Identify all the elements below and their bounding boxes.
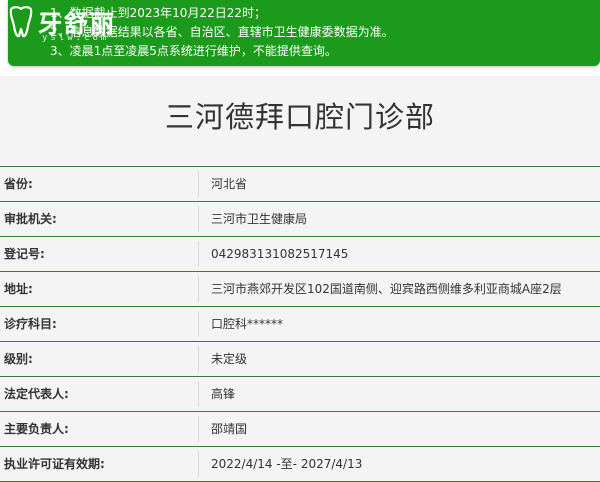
column-divider [198, 171, 199, 197]
row-value: 三河市燕郊开发区102国道南侧、迎宾路西侧维多利亚商城A座2层 [211, 282, 562, 296]
row-value: 三河市卫生健康局 [211, 212, 308, 226]
row-value: 高锋 [211, 387, 236, 401]
column-divider [198, 311, 199, 337]
notice-line-1: 1、数据截止到2023年10月22日22时； [50, 6, 266, 20]
table-row-license-validity: 执业许可证有效期: 2022/4/14 -至- 2027/4/13 [0, 447, 600, 482]
row-value: 邵靖国 [211, 422, 248, 436]
row-value: 口腔科****** [211, 317, 284, 331]
table-row-legal-representative: 法定代表人: 高锋 [0, 377, 600, 412]
column-divider [198, 241, 199, 267]
info-table: 省份: 河北省 审批机关: 三河市卫生健康局 登记号: 042983131082… [0, 166, 600, 482]
column-divider [198, 416, 199, 442]
table-row-departments: 诊疗科目: 口腔科****** [0, 307, 600, 342]
notice-line-3: 3、凌晨1点至凌晨5点系统进行维护，不能提供查询。 [50, 44, 337, 58]
row-value: 042983131082517145 [211, 247, 349, 261]
table-row-address: 地址: 三河市燕郊开发区102国道南侧、迎宾路西侧维多利亚商城A座2层 [0, 272, 600, 307]
column-divider [198, 206, 199, 232]
column-divider [198, 451, 199, 477]
notice-line-2: 2、信息数据结果以各省、自治区、直辖市卫生健康委数据为准。 [50, 25, 394, 39]
row-label: 主要负责人: [4, 422, 69, 436]
row-label: 地址: [4, 282, 33, 296]
table-row-registration-number: 登记号: 042983131082517145 [0, 237, 600, 272]
table-row-principal: 主要负责人: 邵靖国 [0, 412, 600, 447]
row-value: 河北省 [211, 177, 248, 191]
row-label: 省份: [4, 177, 33, 191]
column-divider [198, 346, 199, 372]
table-row-province: 省份: 河北省 [0, 167, 600, 202]
row-label: 法定代表人: [4, 387, 69, 401]
row-label: 级别: [4, 352, 33, 366]
row-label: 执业许可证有效期: [4, 457, 105, 471]
table-row-level: 级别: 未定级 [0, 342, 600, 377]
page-title: 三河德拜口腔门诊部 [164, 100, 435, 134]
row-label: 诊疗科目: [4, 317, 57, 331]
table-row-approval-authority: 审批机关: 三河市卫生健康局 [0, 202, 600, 237]
row-value: 未定级 [211, 352, 248, 366]
row-label: 审批机关: [4, 212, 57, 226]
column-divider [198, 276, 199, 302]
row-value: 2022/4/14 -至- 2027/4/13 [211, 457, 363, 471]
row-label: 登记号: [4, 247, 45, 261]
column-divider [198, 381, 199, 407]
notice-banner: 1、数据截止到2023年10月22日22时； 2、信息数据结果以各省、自治区、直… [8, 0, 600, 66]
